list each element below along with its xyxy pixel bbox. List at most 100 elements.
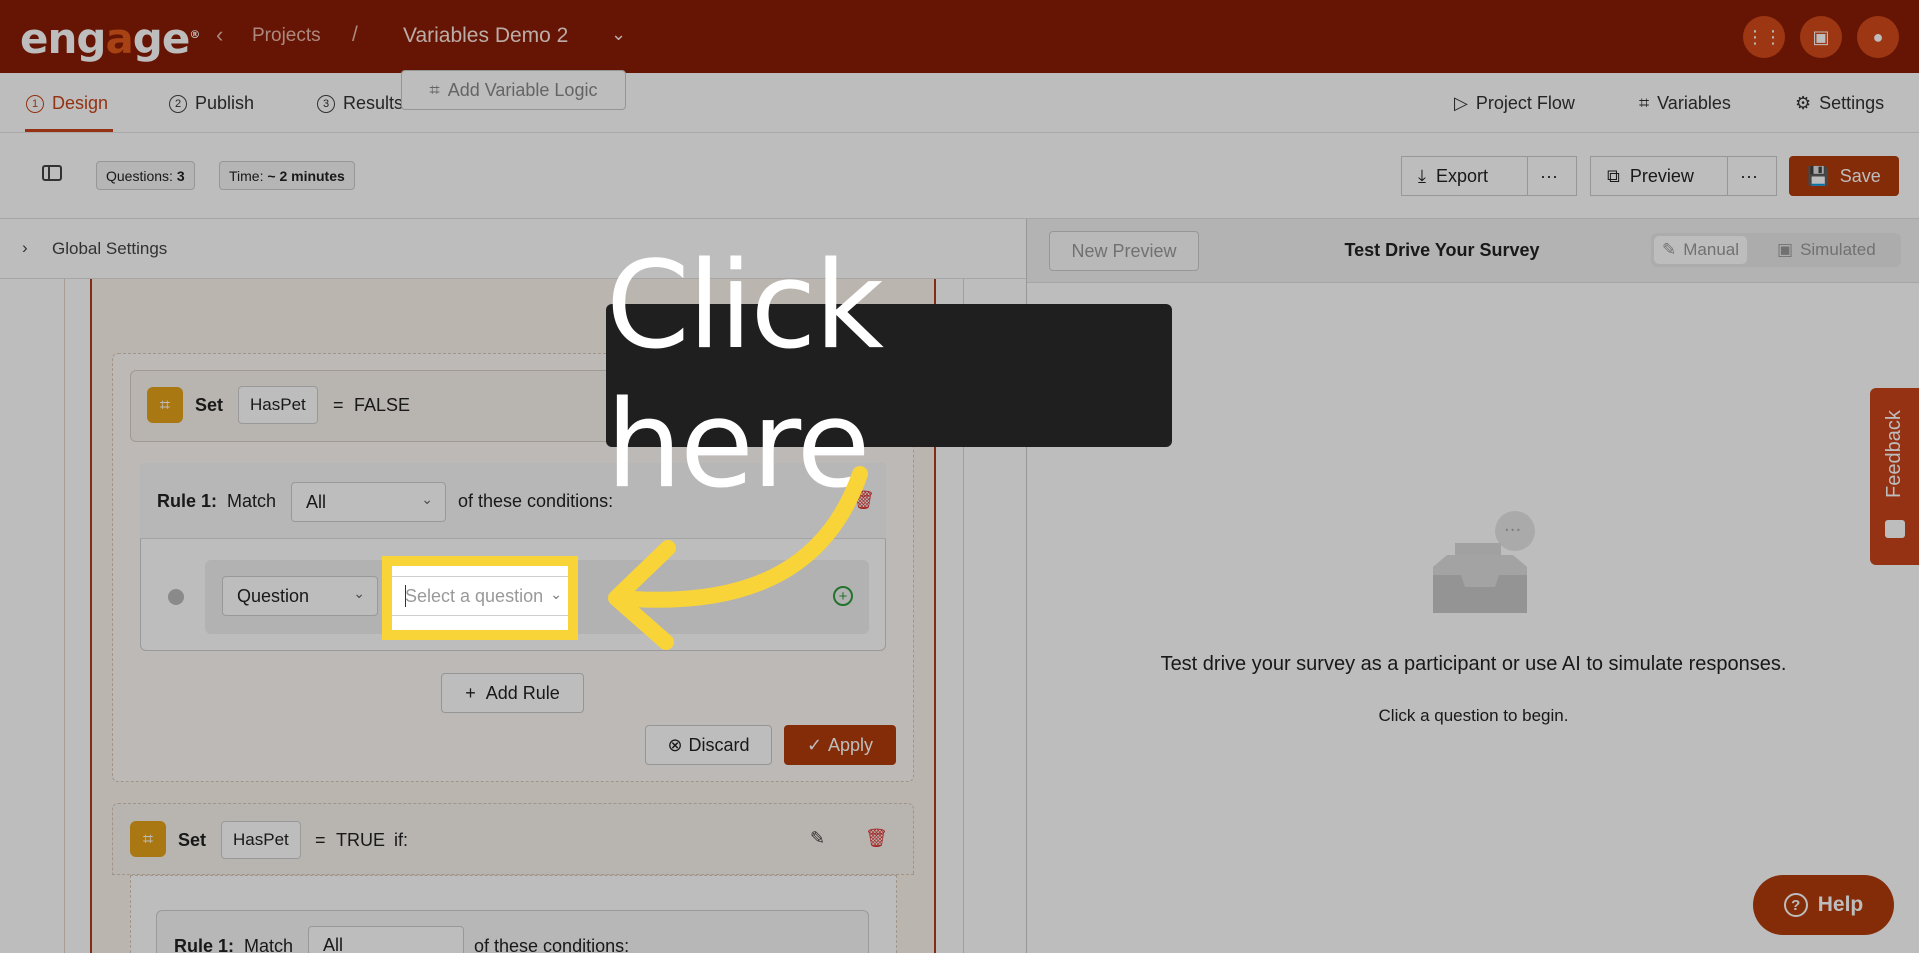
match-select[interactable]: All ⌄ — [291, 482, 446, 522]
variables-label: Variables — [1657, 93, 1731, 113]
if-label: if: — [394, 830, 409, 850]
time-label: Time: — [229, 168, 264, 184]
questions-value: 3 — [176, 168, 185, 184]
discard-label: Discard — [688, 734, 750, 755]
variable-icon: ⌗ — [1639, 93, 1650, 113]
back-chevron-icon[interactable]: ‹ — [216, 22, 223, 48]
preview-mode-toggle: ✎ Manual ▣ Simulated — [1651, 233, 1901, 267]
delete-icon[interactable]: 🗑 — [865, 828, 888, 849]
preview-button[interactable]: ⧉ Preview — [1590, 156, 1728, 196]
preview-label: Preview — [1629, 165, 1694, 186]
tab-design[interactable]: 1 Design — [26, 93, 108, 114]
condition-type-select[interactable]: Question ⌄ — [222, 576, 378, 616]
time-estimate-chip: Time: ~ 2 minutes — [219, 161, 355, 190]
variable-name-chip[interactable]: HasPet — [238, 386, 318, 424]
export-label: Export — [1435, 165, 1488, 186]
external-link-icon: ⧉ — [1607, 165, 1620, 186]
simulated-mode-button[interactable]: ▣ Simulated — [1769, 236, 1884, 264]
top-bar: engage® ‹ Projects / Variables Demo 2 ⌄ … — [0, 0, 1919, 73]
play-icon: ▷ — [1454, 93, 1468, 113]
manual-label: Manual — [1683, 240, 1740, 259]
engage-logo[interactable]: engage® — [20, 14, 200, 63]
discard-button[interactable]: ⊗ Discard — [645, 725, 772, 765]
apply-button[interactable]: ✓ Apply — [784, 725, 896, 765]
variable-icon: ⌗ — [429, 79, 440, 100]
drag-handle[interactable] — [168, 589, 184, 605]
match-value: All — [323, 935, 344, 953]
smile-icon — [1885, 520, 1905, 538]
click-here-callout: Click here — [606, 237, 1172, 515]
variable-name-chip[interactable]: HasPet — [221, 821, 301, 859]
match-label: Match — [227, 491, 277, 511]
check-circle-icon: ✓ — [806, 734, 823, 755]
chevron-right-icon: › — [22, 238, 28, 257]
preview-more-button[interactable]: ··· — [1727, 156, 1777, 196]
text-cursor — [405, 585, 406, 607]
tab-publish[interactable]: 2 Publish — [169, 93, 254, 114]
tab-label: Publish — [195, 93, 255, 113]
add-condition-icon[interactable]: + — [833, 586, 853, 606]
pencil-icon: ✎ — [1662, 240, 1677, 259]
plus-icon: + — [465, 682, 476, 703]
export-more-button[interactable]: ··· — [1527, 156, 1577, 196]
variable-value: FALSE — [354, 395, 411, 415]
toolbar: Questions: 3 Time: ~ 2 minutes ⤓ Export … — [0, 133, 1919, 219]
briefcase-icon[interactable]: ▣ — [1800, 16, 1842, 58]
chevron-down-icon: ⌄ — [421, 491, 433, 507]
chat-icon: ▣ — [1777, 240, 1794, 259]
edit-icon[interactable]: ✎ — [810, 828, 825, 849]
rule-title: Rule 1: — [157, 491, 218, 511]
time-value: ~ 2 minutes — [267, 168, 345, 184]
match-value: All — [306, 492, 327, 512]
add-variable-logic-label: Add Variable Logic — [447, 79, 598, 100]
variable-value: TRUE — [336, 830, 385, 850]
apply-label: Apply — [828, 734, 874, 755]
questions-count-chip: Questions: 3 — [96, 161, 195, 190]
user-avatar-icon[interactable]: ● — [1857, 16, 1899, 58]
tabs-row: 1 Design 2 Publish 3 Results ▷ Project F… — [0, 73, 1919, 133]
sidebar-toggle-icon[interactable] — [42, 165, 62, 181]
feedback-tab[interactable]: Feedback — [1870, 388, 1919, 565]
settings-label: Settings — [1819, 93, 1885, 113]
tab-results[interactable]: 3 Results — [317, 93, 403, 114]
manual-mode-button[interactable]: ✎ Manual — [1654, 236, 1748, 264]
feedback-label: Feedback — [1883, 410, 1905, 498]
global-settings-label: Global Settings — [52, 239, 168, 258]
variables-link[interactable]: ⌗ Variables — [1639, 93, 1731, 114]
gear-icon: ⚙ — [1795, 93, 1812, 113]
question-select-placeholder: Select a question — [405, 586, 544, 606]
breadcrumb-projects[interactable]: Projects — [252, 25, 321, 47]
rule-title: Rule 1: — [174, 936, 235, 953]
questions-label: Questions: — [106, 168, 173, 184]
help-button[interactable]: ? Help — [1753, 875, 1894, 935]
condition-type-value: Question — [237, 586, 310, 606]
help-label: Help — [1817, 893, 1864, 916]
set-label: Set — [178, 830, 207, 850]
add-variable-logic-button[interactable]: ⌗ Add Variable Logic — [401, 70, 626, 110]
add-rule-button[interactable]: + Add Rule — [441, 673, 584, 713]
project-dropdown-chevron-icon[interactable]: ⌄ — [611, 24, 626, 45]
match-label: Match — [244, 936, 294, 953]
simulated-label: Simulated — [1800, 240, 1876, 259]
match-select[interactable]: All — [308, 926, 464, 953]
breadcrumb-separator: / — [352, 23, 358, 46]
question-select[interactable]: Select a question ⌄ — [389, 576, 573, 616]
empty-state-message: Test drive your survey as a participant … — [1160, 653, 1787, 675]
save-button[interactable]: 💾 Save — [1789, 156, 1899, 196]
add-rule-label: Add Rule — [485, 682, 560, 703]
apps-grid-icon[interactable]: ⋮⋮ — [1743, 16, 1785, 58]
project-name[interactable]: Variables Demo 2 — [403, 24, 568, 48]
empty-inbox-illustration: ··· — [1433, 511, 1535, 613]
set-label: Set — [195, 395, 224, 415]
variable-icon: ⌗ — [130, 821, 166, 857]
project-flow-link[interactable]: ▷ Project Flow — [1454, 93, 1575, 114]
active-tab-underline — [25, 129, 113, 132]
save-icon: 💾 — [1807, 165, 1830, 186]
export-button[interactable]: ⤓ Export — [1401, 156, 1528, 196]
svg-text:···: ··· — [1504, 520, 1521, 541]
settings-link[interactable]: ⚙ Settings — [1795, 93, 1884, 114]
download-icon: ⤓ — [1418, 165, 1426, 186]
close-circle-icon: ⊗ — [667, 734, 683, 755]
step-number: 2 — [169, 94, 187, 113]
conditions-suffix: of these conditions: — [474, 936, 630, 953]
